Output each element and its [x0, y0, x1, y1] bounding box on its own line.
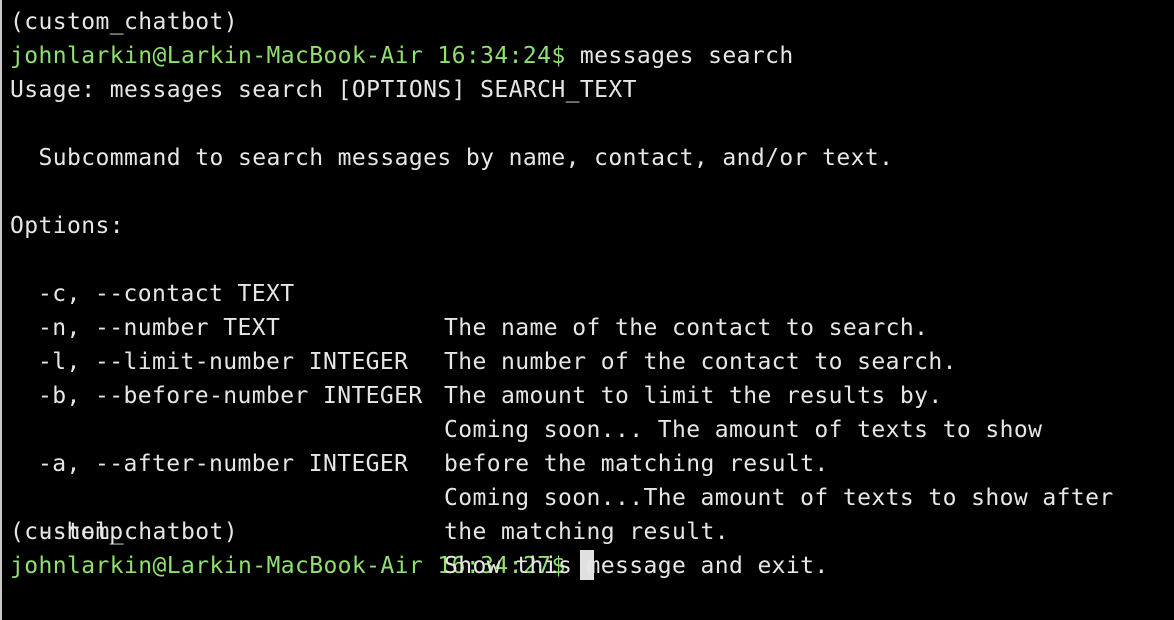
terminal-window[interactable]: (custom_chatbot) johnlarkin@Larkin-MacBo… — [2, 0, 1174, 620]
option-row: -b, --before-number INTEGER Coming soon.… — [10, 345, 1174, 443]
option-row: --help Show this message and exit. — [10, 481, 1174, 579]
command-line: johnlarkin@Larkin-MacBook-Air 16:34:24$ … — [10, 39, 1174, 73]
option-row: -c, --contact TEXT The name of the conta… — [10, 243, 1174, 341]
option-flag: --help — [38, 519, 124, 545]
shell-prompt: johnlarkin@Larkin-MacBook-Air 16:34:24$ — [10, 43, 566, 69]
options-header: Options: — [10, 213, 124, 239]
option-row: -n, --number TEXT The number of the cont… — [10, 277, 1174, 375]
option-row: -a, --after-number INTEGER Coming soon..… — [10, 413, 1174, 511]
option-row-continuation: the matching result. — [10, 447, 1174, 545]
env-line: (custom_chatbot) — [10, 9, 238, 35]
usage-line: Usage: messages search [OPTIONS] SEARCH_… — [10, 77, 637, 103]
option-description: the matching result. — [444, 519, 729, 545]
option-row: -l, --limit-number INTEGER The amount to… — [10, 311, 1174, 409]
command-text: messages search — [565, 43, 794, 69]
option-row-continuation: before the matching result. — [10, 379, 1174, 477]
description-line: Subcommand to search messages by name, c… — [10, 145, 894, 171]
option-description: Show this message and exit. — [444, 553, 829, 579]
